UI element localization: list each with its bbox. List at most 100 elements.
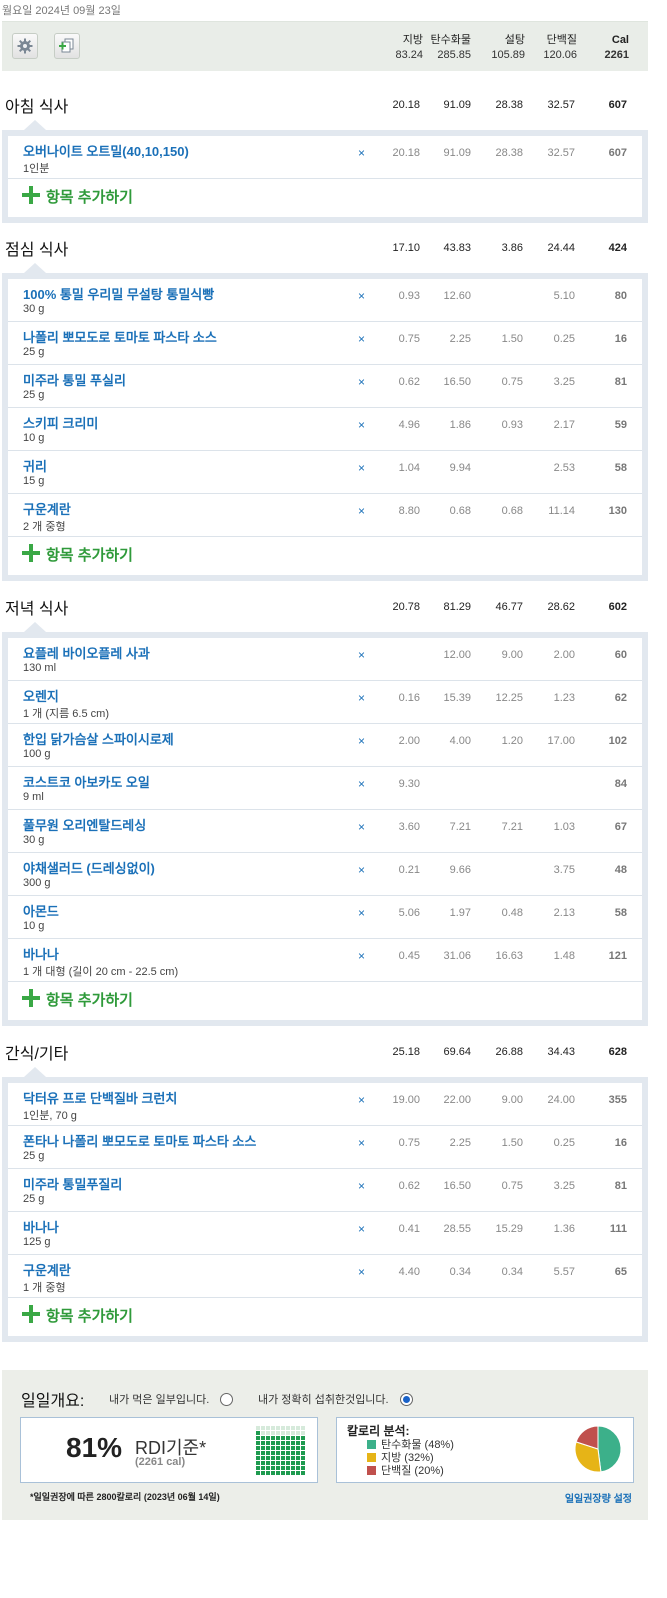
meal-items-box: 오버나이트 오트밀(40,10,150) 1인분 × 20.18 91.09 28.38 3… [2,130,648,223]
food-item-name[interactable]: 나폴리 뽀모도로 토마토 파스타 소스 [23,327,217,346]
food-item-value: 80 [614,290,627,302]
col-cal: Cal 2261 [579,33,629,63]
option-full-radio[interactable] [400,1393,413,1406]
food-item-value: 0.68 [449,505,471,517]
rdi-grid-cell [291,1436,295,1440]
delete-item-icon[interactable]: × [358,734,365,748]
food-item-name[interactable]: 바나나 [23,1217,59,1236]
calorie-pie-chart [574,1425,622,1473]
meal-total-value: 28.62 [547,601,575,613]
food-item-name[interactable]: 스키피 크리미 [23,413,98,432]
food-item-name[interactable]: 구운계란 [23,1260,71,1279]
delete-item-icon[interactable]: × [358,906,365,920]
rdi-progress-grid [256,1426,306,1475]
meal-notch [24,263,46,273]
settings-button[interactable] [12,33,38,59]
delete-item-icon[interactable]: × [358,949,365,963]
meal-total-value: 26.88 [495,1046,523,1058]
option-full-label: 내가 정확히 섭취한것입니다. [258,1394,389,1406]
delete-item-icon[interactable]: × [358,691,365,705]
add-item-button[interactable]: 항목 추가하기 [8,179,642,217]
col-sugar-header: 설탕 [504,34,525,46]
meal-title: 점심 식사 [5,242,69,259]
delete-item-icon[interactable]: × [358,1179,365,1193]
rdi-settings-link[interactable]: 일일권장량 설정 [565,1490,632,1505]
meal-total-value: 32.57 [547,99,575,111]
rdi-grid-cell [286,1471,290,1475]
rdi-grid-cell [291,1451,295,1455]
delete-item-icon[interactable]: × [358,1265,365,1279]
meal-total-value: 17.10 [392,242,420,254]
food-item-name[interactable]: 귀리 [23,456,47,475]
food-item-value: 130 [608,505,627,517]
pie-slice [597,1425,622,1473]
option-partial-radio[interactable] [220,1393,233,1406]
rdi-grid-cell [261,1471,265,1475]
food-item-value: 16 [614,1137,627,1149]
food-item-name[interactable]: 오버나이트 오트밀(40,10,150) [23,141,189,160]
food-item-row: 귀리 15 g × 1.04 9.94 2.53 58 [8,451,642,494]
delete-item-icon[interactable]: × [358,777,365,791]
food-item-name[interactable]: 구운계란 [23,499,71,518]
food-item-name[interactable]: 풀무원 오리엔탈드레싱 [23,815,146,834]
food-item-name[interactable]: 요플레 바이오플레 사과 [23,643,150,662]
meal-total-value: 602 [608,601,627,613]
delete-item-icon[interactable]: × [358,863,365,877]
food-item-name[interactable]: 바나나 [23,944,59,963]
rdi-grid-cell [281,1436,285,1440]
rdi-grid-cell [261,1426,265,1430]
food-item-value: 84 [614,778,627,790]
delete-item-icon[interactable]: × [358,648,365,662]
food-item-name[interactable]: 코스트코 아보카도 오일 [23,772,150,791]
food-item-value: 4.96 [398,419,420,431]
food-item-value: 0.25 [553,333,575,345]
rdi-grid-cell [281,1426,285,1430]
food-item-name[interactable]: 오렌지 [23,686,59,705]
food-item-value: 0.75 [398,333,420,345]
add-item-button[interactable]: 항목 추가하기 [8,1298,642,1336]
food-item-name[interactable]: 미주라 통밀푸질리 [23,1174,122,1193]
delete-item-icon[interactable]: × [358,1136,365,1150]
food-item-value: 0.75 [501,1180,523,1192]
delete-item-icon[interactable]: × [358,418,365,432]
food-item-name[interactable]: 한입 닭가슴살 스파이시로제 [23,729,174,748]
food-item-row: 구운계란 1 개 중형 × 4.40 0.34 0.34 5.57 65 [8,1255,642,1298]
delete-item-icon[interactable]: × [358,146,365,160]
food-item-quantity: 1 개 대형 (길이 20 cm - 22.5 cm) [23,966,179,978]
delete-item-icon[interactable]: × [358,1222,365,1236]
total-protein: 120.06 [543,49,577,61]
food-item-value: 0.93 [398,290,420,302]
copy-meal-button[interactable] [54,33,80,59]
food-item-value: 28.38 [495,147,523,159]
rdi-grid-cell [271,1426,275,1430]
add-item-button[interactable]: 항목 추가하기 [8,982,642,1020]
delete-item-icon[interactable]: × [358,332,365,346]
toolbar: 지방 83.24 탄수화물 285.85 설탕 105.89 단백질 120.0… [2,21,648,71]
add-item-button[interactable]: 항목 추가하기 [8,537,642,575]
delete-item-icon[interactable]: × [358,375,365,389]
food-item-name[interactable]: 아몬드 [23,901,59,920]
food-item-value: 3.60 [398,821,420,833]
delete-item-icon[interactable]: × [358,820,365,834]
delete-item-icon[interactable]: × [358,289,365,303]
rdi-grid-cell [271,1441,275,1445]
food-item-value: 2.53 [553,462,575,474]
rdi-grid-cell [291,1466,295,1470]
food-item-quantity: 300 g [23,877,51,889]
food-item-name[interactable]: 미주라 통밀 푸실리 [23,370,126,389]
food-item-value: 2.00 [553,649,575,661]
rdi-grid-cell [256,1431,260,1435]
delete-item-icon[interactable]: × [358,461,365,475]
delete-item-icon[interactable]: × [358,504,365,518]
food-item-name[interactable]: 폰타나 나폴리 뽀모도로 토마토 파스타 소스 [23,1131,256,1150]
food-item-name[interactable]: 100% 통밀 우리밀 무설탕 통밀식빵 [23,284,214,303]
rdi-grid-cell [261,1446,265,1450]
food-item-value: 102 [608,735,627,747]
delete-item-icon[interactable]: × [358,1093,365,1107]
food-item-name[interactable]: 닥터유 프로 단백질바 크런치 [23,1088,177,1107]
food-item-name[interactable]: 야채샐러드 (드레싱없이) [23,858,155,877]
rdi-grid-cell [291,1441,295,1445]
food-item-value: 1.36 [553,1223,575,1235]
food-item-row: 미주라 통밀 푸실리 25 g × 0.62 16.50 0.75 3.25 81 [8,365,642,408]
col-sugar: 설탕 105.89 [475,33,525,63]
